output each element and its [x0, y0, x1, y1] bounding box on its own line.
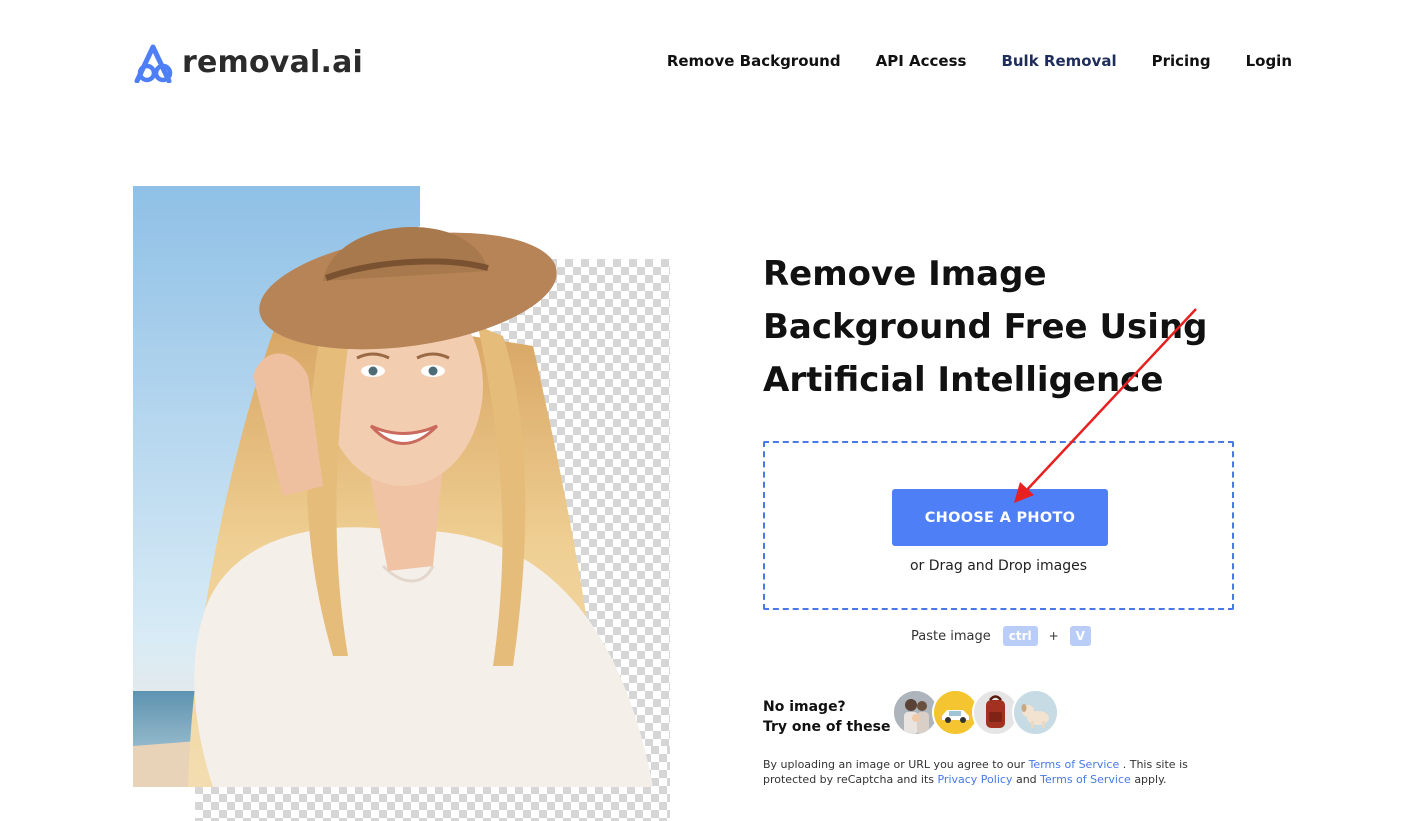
sample-prompt-line1: No image?: [763, 699, 846, 715]
nav-pricing[interactable]: Pricing: [1152, 52, 1211, 70]
ctrl-key-badge: ctrl: [1002, 626, 1038, 646]
terms-of-service-link-2[interactable]: Terms of Service: [1040, 773, 1131, 786]
legal-text-1: By uploading an image or URL you agree t…: [763, 758, 1026, 771]
v-key-badge: V: [1069, 626, 1091, 646]
sample-dog[interactable]: [1012, 689, 1059, 736]
legal-text-3: and: [1015, 773, 1037, 786]
nav-api-access[interactable]: API Access: [876, 52, 967, 70]
sample-prompt-line2: Try one of these: [763, 719, 891, 735]
privacy-policy-link[interactable]: Privacy Policy: [937, 773, 1012, 786]
terms-of-service-link[interactable]: Terms of Service: [1029, 758, 1120, 771]
logo[interactable]: removal.ai: [133, 43, 363, 83]
paste-hint: Paste image ctrl + V: [911, 626, 1091, 646]
choose-photo-button[interactable]: CHOOSE A PHOTO: [892, 489, 1108, 546]
nav-login[interactable]: Login: [1246, 52, 1292, 70]
nav-remove-background[interactable]: Remove Background: [667, 52, 841, 70]
nav-bulk-removal[interactable]: Bulk Removal: [1001, 52, 1116, 70]
logo-text: removal.ai: [182, 45, 364, 80]
hero-image: [133, 186, 670, 821]
sample-images: [892, 689, 1059, 736]
sample-prompt: No image? Try one of these: [763, 697, 890, 737]
legal-notice: By uploading an image or URL you agree t…: [763, 757, 1203, 787]
hero-headline: Remove Image Background Free Using Artif…: [763, 254, 1208, 400]
main-nav: Remove Background API Access Bulk Remova…: [667, 52, 1292, 70]
car-icon: [934, 691, 977, 734]
drag-drop-hint: or Drag and Drop images: [909, 558, 1088, 574]
paste-label: Paste image: [911, 628, 991, 644]
woman-photo: [133, 186, 654, 787]
family-icon: [894, 691, 937, 734]
removal-logo-icon: [134, 44, 173, 83]
dog-icon: [1014, 691, 1057, 734]
plus-sign: +: [1048, 629, 1059, 643]
backpack-icon: [974, 691, 1017, 734]
legal-text-4: apply.: [1134, 773, 1167, 786]
